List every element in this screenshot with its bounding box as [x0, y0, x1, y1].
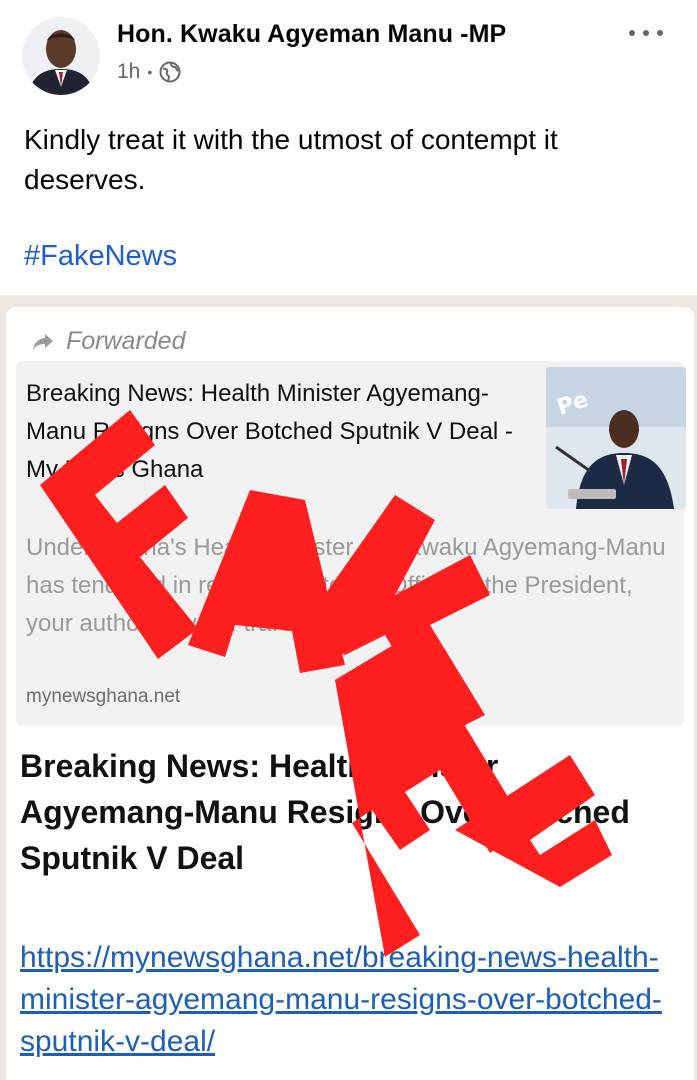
globe-icon: [159, 61, 181, 83]
article-link[interactable]: https://mynewsghana.net/breaking-news-he…: [20, 937, 670, 1063]
post-meta: 1h •: [117, 60, 181, 84]
post-header: Hon. Kwaku Agyeman Manu -MP 1h •: [0, 0, 697, 110]
author-name[interactable]: Hon. Kwaku Agyeman Manu -MP: [117, 20, 506, 49]
preview-domain: mynewsghana.net: [26, 686, 181, 707]
message-headline: Breaking News: Health Minister Agyemang-…: [20, 748, 630, 876]
meta-separator: •: [147, 64, 153, 80]
forward-arrow-icon: [33, 333, 53, 350]
link-preview-card: Breaking News: Health Minister Agyemang-…: [16, 361, 686, 726]
preview-title: Breaking News: Health Minister Agyemang-…: [26, 380, 513, 483]
author-photo: [22, 17, 100, 95]
more-options-icon[interactable]: [626, 18, 666, 48]
preview-description: Under Ghana's Health Minister, Mr. Kwaku…: [26, 534, 666, 637]
preview-thumbnail: Pe: [546, 367, 686, 509]
forwarded-label: Forwarded: [32, 327, 186, 356]
hashtag-link[interactable]: #FakeNews: [24, 240, 177, 273]
post-time[interactable]: 1h: [117, 60, 140, 84]
shared-screenshot[interactable]: Forwarded Breaking News: Health Minister…: [0, 295, 697, 1080]
post-text: Kindly treat it with the utmost of conte…: [24, 124, 558, 195]
forwarded-text: Forwarded: [66, 327, 186, 355]
chat-message-bubble: Forwarded Breaking News: Health Minister…: [6, 307, 694, 1080]
author-avatar[interactable]: [22, 17, 100, 95]
